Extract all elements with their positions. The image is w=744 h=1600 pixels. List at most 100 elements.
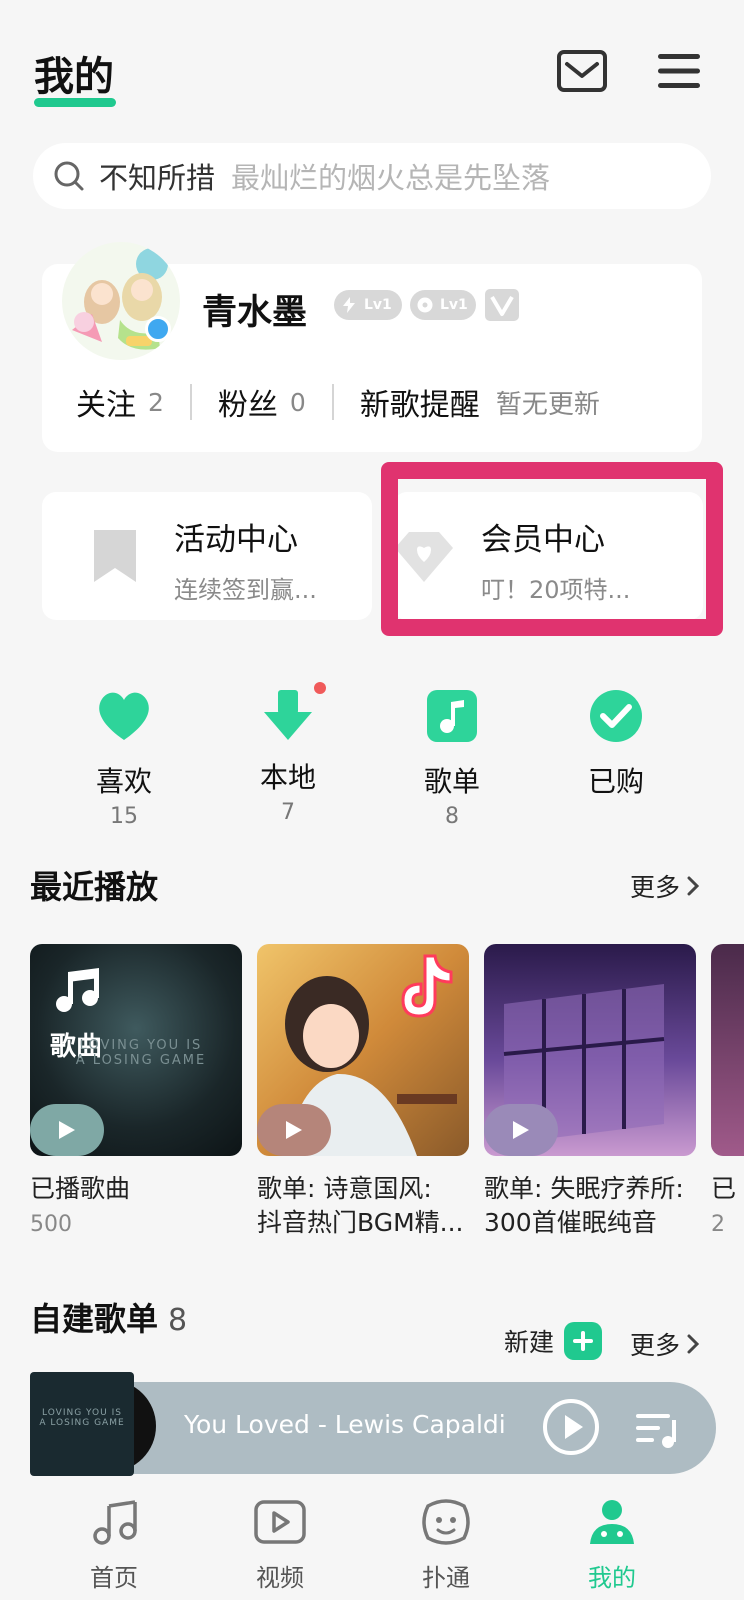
- avatar-vip-badge: [145, 316, 171, 342]
- quick-local[interactable]: 本地 7: [228, 682, 348, 825]
- video-play-icon: [254, 1500, 306, 1544]
- nav-putong[interactable]: 扑通: [396, 1498, 496, 1593]
- music-note-icon: [56, 968, 99, 1012]
- recent-cover: 歌曲 LOVING YOU IS A LOSING GAME: [30, 944, 242, 1156]
- quick-purchased-label: 已购: [587, 765, 644, 798]
- search-input[interactable]: 不知所措 最灿烂的烟火总是先坠落: [33, 143, 711, 209]
- profile-stats: 关注 2 粉丝 0 新歌提醒 暂无更新: [76, 380, 600, 424]
- play-circle-icon[interactable]: [542, 1398, 600, 1456]
- recent-item-title: 已: [711, 1174, 737, 1203]
- recent-more-link[interactable]: 更多: [630, 868, 700, 904]
- recent-cover: [484, 944, 696, 1156]
- chevron-right-icon: [687, 876, 700, 896]
- fans-label[interactable]: 粉丝: [218, 380, 278, 424]
- playlists-section-title: 自建歌单 8: [30, 1300, 188, 1338]
- nav-putong-label: 扑通: [422, 1564, 470, 1592]
- page-title: 我的: [34, 54, 114, 100]
- plus-icon: [564, 1322, 603, 1360]
- quick-local-label: 本地: [259, 761, 316, 794]
- heart-icon: [99, 692, 149, 740]
- player-song-title: You Loved - Lewis Capaldi: [184, 1410, 506, 1439]
- play-button[interactable]: [257, 1104, 331, 1156]
- recent-item[interactable]: 歌单: 失眠疗养所: 300首催眠纯音: [484, 944, 696, 1240]
- recent-item-sub: 2: [711, 1212, 725, 1237]
- divider: [189, 384, 192, 420]
- cover-art-text: LOVING YOU IS A LOSING GAME: [75, 1038, 207, 1068]
- fans-count: 0: [289, 387, 306, 417]
- music-note-icon: [93, 1500, 137, 1545]
- search-icon: [54, 161, 84, 191]
- nav-mine-label: 我的: [588, 1564, 636, 1592]
- recent-list: 歌曲 LOVING YOU IS A LOSING GAME 已播歌曲 500 …: [30, 944, 744, 1264]
- nav-video-label: 视频: [256, 1564, 304, 1592]
- quick-like-label: 喜欢: [95, 765, 152, 798]
- playlists-count: 8: [168, 1303, 188, 1338]
- listen-level-badge: Lv1: [410, 290, 476, 320]
- recent-item-sub: 500: [30, 1212, 72, 1237]
- check-circle-icon: [590, 690, 642, 742]
- avatar[interactable]: [62, 242, 180, 360]
- quick-local-count: 7: [281, 800, 295, 825]
- new-song-note: 暂无更新: [495, 389, 600, 420]
- nav-mine[interactable]: 我的: [562, 1498, 662, 1593]
- search-query: 不知所措: [99, 161, 216, 195]
- nav-video[interactable]: 视频: [230, 1498, 330, 1593]
- tiktok-logo-icon: [401, 954, 453, 1018]
- nav-home[interactable]: 首页: [64, 1498, 164, 1593]
- recent-item-title: 歌单: 失眠疗养所: 300首催眠纯音: [484, 1174, 684, 1237]
- follow-count: 2: [148, 387, 164, 417]
- download-icon: [258, 682, 326, 744]
- username: 青水墨: [202, 293, 308, 333]
- nav-home-label: 首页: [90, 1564, 138, 1592]
- disc-icon: [417, 297, 433, 313]
- profile-card[interactable]: 青水墨 Lv1 Lv1 关注 2 粉丝 0 新歌提醒 暂无更新: [42, 242, 702, 452]
- bookmark-icon: [94, 530, 136, 582]
- playlists-more-link[interactable]: 更多: [630, 1326, 700, 1362]
- bottom-nav: 首页 视频 扑通 我的: [0, 1484, 744, 1600]
- playlist-music-icon: [427, 690, 477, 742]
- recent-item[interactable]: 已 2: [711, 944, 744, 1237]
- lightning-icon: [343, 297, 355, 313]
- search-hint: 最灿烂的烟火总是先坠落: [231, 161, 551, 195]
- page-header: 我的: [0, 0, 744, 130]
- title-underline: [34, 98, 116, 107]
- quick-playlist[interactable]: 歌单 8: [392, 688, 512, 829]
- quick-actions: 喜欢 15 本地 7 歌单 8 已购: [0, 682, 744, 829]
- face-icon: [422, 1499, 470, 1545]
- chevron-right-icon: [687, 1334, 700, 1354]
- level-badge: Lv1: [334, 290, 402, 320]
- activity-center-card[interactable]: 活动中心 连续签到赢...: [42, 492, 372, 620]
- play-button[interactable]: [484, 1104, 558, 1156]
- follow-label[interactable]: 关注: [76, 380, 136, 424]
- play-icon: [513, 1121, 529, 1139]
- activity-title: 活动中心: [174, 522, 298, 558]
- recent-item-title: 歌单: 诗意国风: 抖音热门BGM精...: [257, 1174, 464, 1237]
- recent-cover: [711, 944, 744, 1156]
- vip-v-icon: [484, 288, 520, 322]
- playlist-queue-icon[interactable]: [634, 1410, 680, 1450]
- new-song-label[interactable]: 新歌提醒: [360, 380, 480, 424]
- menu-icon[interactable]: [652, 48, 706, 94]
- player-cover-text: LOVING YOU IS A LOSING GAME: [39, 1408, 125, 1428]
- recent-item-title: 已播歌曲: [30, 1174, 131, 1203]
- new-playlist-button[interactable]: 新建: [504, 1322, 603, 1360]
- quick-purchased[interactable]: 已购: [556, 688, 676, 804]
- play-button[interactable]: [30, 1104, 104, 1156]
- quick-playlist-label: 歌单: [423, 765, 480, 798]
- recent-cover: [257, 944, 469, 1156]
- quick-like-count: 15: [110, 804, 138, 829]
- activity-subtitle: 连续签到赢...: [174, 576, 317, 604]
- quick-like[interactable]: 喜欢 15: [64, 688, 184, 829]
- play-icon: [286, 1121, 302, 1139]
- recent-item[interactable]: 歌单: 诗意国风: 抖音热门BGM精...: [257, 944, 469, 1240]
- profile-icon: [590, 1500, 634, 1544]
- mail-icon[interactable]: [555, 48, 609, 94]
- notification-dot: [314, 682, 326, 694]
- divider: [331, 384, 334, 420]
- recent-item[interactable]: 歌曲 LOVING YOU IS A LOSING GAME 已播歌曲 500: [30, 944, 242, 1237]
- play-icon: [59, 1121, 75, 1139]
- recent-section-title: 最近播放: [30, 868, 159, 906]
- quick-playlist-count: 8: [445, 804, 459, 829]
- player-album-cover[interactable]: LOVING YOU IS A LOSING GAME: [30, 1372, 134, 1476]
- highlight-annotation: [381, 462, 723, 636]
